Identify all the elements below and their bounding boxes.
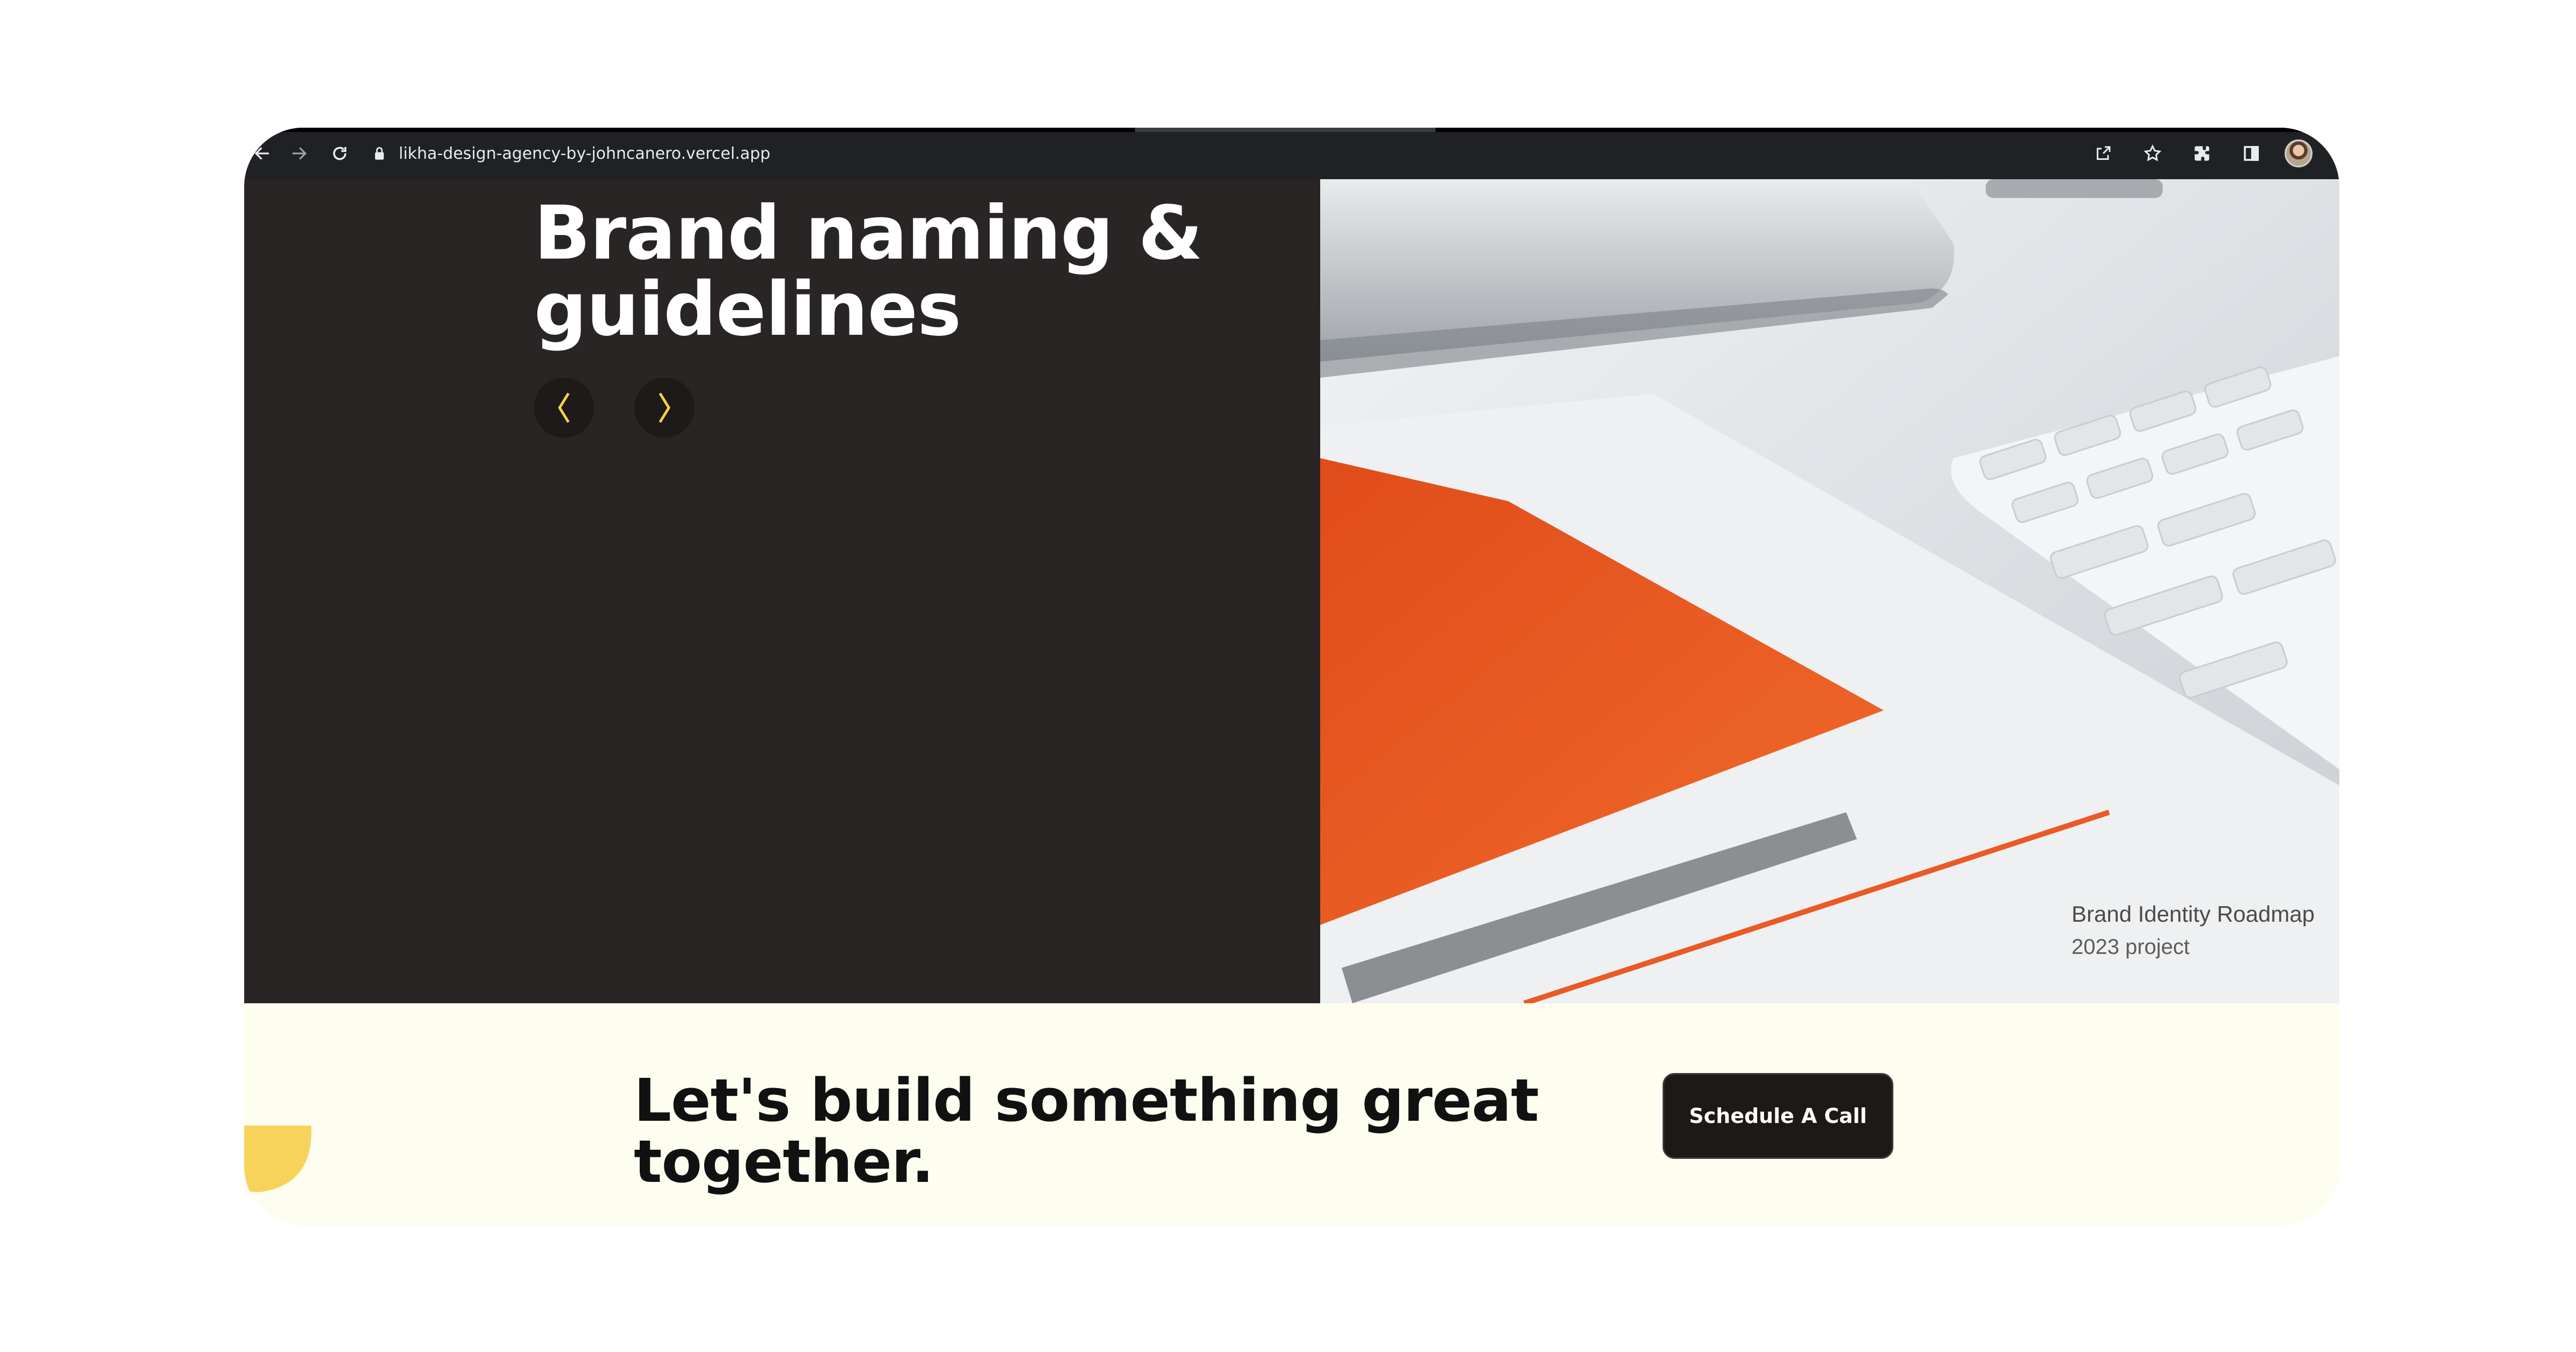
cta-title: Let's build something great together.: [634, 1066, 1539, 1196]
side-panel-icon[interactable]: [2235, 137, 2267, 170]
hero-panel: Brand naming & guidelines: [244, 179, 1320, 1003]
share-icon[interactable]: [2087, 137, 2119, 170]
decorative-blob: [244, 1126, 312, 1192]
address-bar[interactable]: likha-design-agency-by-johncanero.vercel…: [373, 135, 2305, 172]
prev-slide-button[interactable]: [534, 378, 594, 438]
project-caption: Brand Identity Roadmap 2023 project: [2072, 898, 2315, 964]
project-image: Brand Identity Roadmap 2023 project: [1320, 179, 2339, 1003]
next-slide-button[interactable]: [634, 378, 694, 438]
lock-icon: [373, 145, 387, 161]
reload-icon[interactable]: [324, 137, 356, 170]
chevron-left-icon: [558, 392, 570, 423]
toolbar-actions: [2087, 137, 2312, 170]
forward-arrow-icon[interactable]: [283, 137, 315, 170]
active-tab-edge[interactable]: [1135, 128, 1436, 132]
browser-window: likha-design-agency-by-johncanero.vercel…: [244, 128, 2339, 1225]
extensions-icon[interactable]: [2186, 137, 2218, 170]
star-icon[interactable]: [2136, 137, 2169, 170]
browser-toolbar: likha-design-agency-by-johncanero.vercel…: [244, 128, 2339, 179]
schedule-call-button[interactable]: Schedule A Call: [1663, 1073, 1893, 1159]
project-name: Brand Identity Roadmap: [2072, 901, 2315, 927]
hero-title: Brand naming & guidelines: [534, 190, 1203, 352]
desk-photo: [1320, 179, 2339, 1003]
profile-avatar[interactable]: [2285, 139, 2312, 167]
project-year: 2023 project: [2072, 935, 2190, 959]
back-arrow-icon[interactable]: [246, 137, 279, 170]
url-text[interactable]: likha-design-agency-by-johncanero.vercel…: [399, 144, 770, 163]
cta-section: Let's build something great together. Sc…: [244, 1003, 2339, 1225]
chevron-right-icon: [658, 392, 671, 423]
tab-strip: [244, 128, 2339, 132]
